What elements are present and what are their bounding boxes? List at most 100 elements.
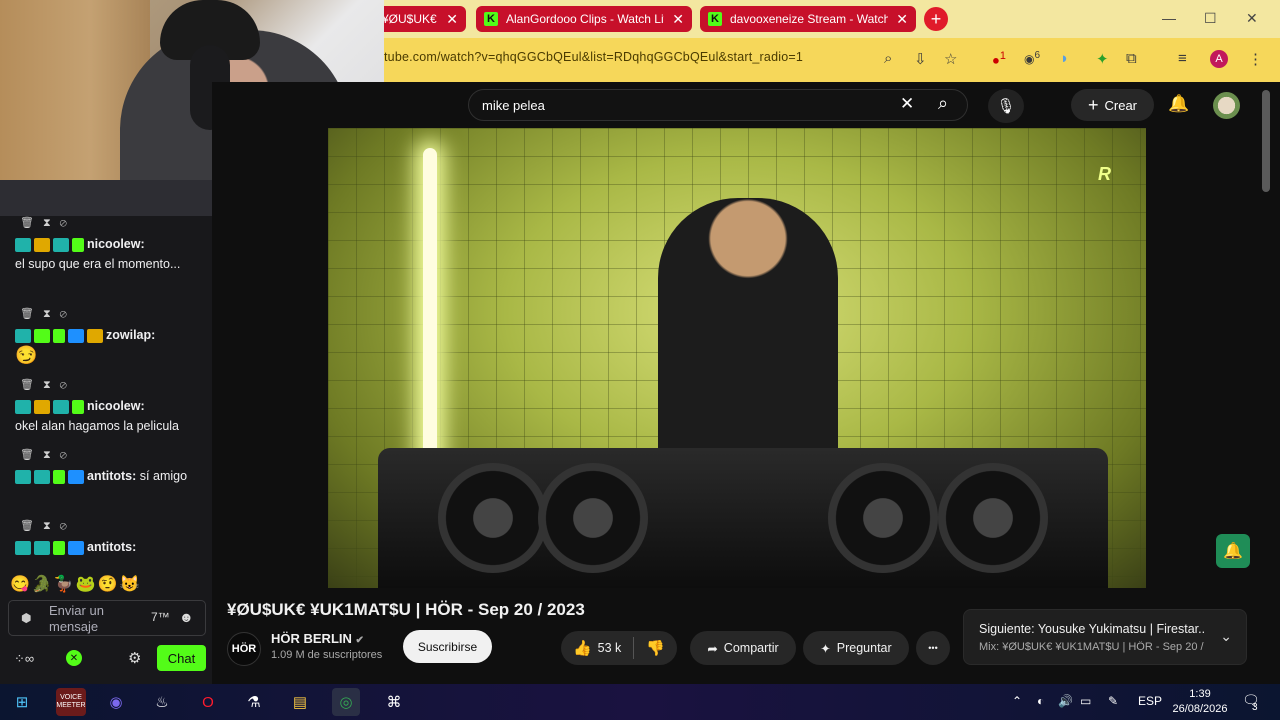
thumbs-down-icon[interactable]: 👎 (646, 639, 665, 657)
extension-badge: 1 (999, 50, 1006, 62)
close-icon[interactable]: ✕ (446, 11, 458, 28)
bookmark-star-icon[interactable]: ☆ (944, 50, 957, 68)
chat-username[interactable]: antitots: (87, 469, 136, 483)
search-icon[interactable]: ⌕ (938, 93, 948, 114)
minimize-icon[interactable]: — (1162, 10, 1176, 26)
kick-points-icon[interactable]: ✕ (66, 650, 82, 666)
windows-start-icon[interactable]: ⊞ (8, 688, 36, 716)
tray-overflow-chevron-icon[interactable]: ⌃ (1012, 694, 1022, 708)
more-actions-button[interactable]: ••• (916, 631, 950, 665)
mod-actions[interactable]: 🗑⧗⊘ (20, 216, 76, 230)
up-next-panel[interactable]: Siguiente: Yousuke Yukimatsu | Firestar.… (963, 609, 1247, 665)
chat-username[interactable]: nicoolew: (87, 237, 145, 251)
video-platter (828, 463, 938, 573)
app-icon[interactable]: ⚗ (240, 688, 268, 716)
emote-icon: 😏 (15, 345, 38, 365)
video-platter (938, 463, 1048, 573)
chat-message: antitots: (15, 537, 205, 557)
chat-username[interactable]: zowilap: (106, 328, 155, 342)
channel-avatar[interactable]: HÖR (227, 632, 261, 666)
user-badges (15, 469, 84, 484)
menu-kebab-icon[interactable]: ⋮ (1248, 50, 1263, 68)
like-button[interactable]: 👍 53 k (573, 639, 621, 657)
youtube-search-box[interactable]: mike pelea (468, 89, 968, 121)
network-icon[interactable]: ▭ (1080, 694, 1091, 708)
voicemeeter-icon[interactable]: VOICE MEETER (56, 688, 86, 716)
close-window-icon[interactable]: ✕ (1246, 10, 1258, 27)
chat-username[interactable]: nicoolew: (87, 399, 145, 413)
emote-bar[interactable]: 😋🐊🦆🐸🤨😺 (10, 574, 142, 594)
pen-icon[interactable]: ✎ (1108, 694, 1118, 708)
browser-tab-bar: ¥ØU$UK€ ¥UK1MAT$U | HÖR - S ✕ K AlanGord… (374, 0, 1280, 38)
share-icon: ➦ (707, 641, 718, 656)
zoom-icon[interactable]: ⌕ (884, 50, 892, 67)
like-count: 53 k (597, 641, 622, 655)
game-launcher-icon[interactable]: ⌘ (380, 688, 408, 716)
settings-gear-icon[interactable]: ⚙ (128, 649, 141, 667)
voice-search-icon[interactable]: 🎙 (988, 89, 1024, 123)
maximize-icon[interactable]: ☐ (1204, 10, 1217, 27)
obs-icon[interactable]: ◉ (102, 688, 130, 716)
create-button[interactable]: + Crear (1071, 89, 1154, 121)
tab-label: AlanGordooo Clips - Watch Live (506, 12, 665, 26)
chat-input[interactable]: ⬢ Enviar un mensaje 7™ ☻ (8, 600, 206, 636)
volume-icon[interactable]: 🔊 (1058, 694, 1073, 708)
search-query: mike pelea (482, 98, 545, 113)
stream-notify-bell-icon[interactable]: 🔔 (1216, 534, 1250, 568)
video-dj (658, 198, 838, 488)
clear-search-icon[interactable]: ✕ (900, 94, 914, 114)
steam-icon[interactable]: ♨ (148, 688, 176, 716)
new-tab-button[interactable]: + (924, 7, 948, 31)
extension-icon-2[interactable]: ◉6 (1024, 50, 1040, 66)
scrollbar[interactable] (1262, 90, 1270, 192)
chat-settings-icon[interactable]: ⬢ (21, 611, 31, 625)
discord-tray-icon[interactable]: ◐ (1037, 694, 1044, 708)
clock-date: 26/08/2026 (1172, 703, 1228, 715)
ask-button[interactable]: ✦ Preguntar (803, 631, 909, 665)
extension-icon-1[interactable]: ●1 (992, 50, 1006, 67)
close-icon[interactable]: ✕ (896, 11, 908, 28)
profile-avatar[interactable]: A (1210, 50, 1228, 68)
user-badges (15, 237, 84, 252)
url-field[interactable]: tube.com/watch?v=qhqGGCbQEul&list=RDqhqG… (384, 50, 803, 72)
emoji-icon[interactable]: ☻ (179, 609, 194, 625)
account-avatar[interactable] (1213, 92, 1240, 119)
channel-name[interactable]: HÖR BERLIN ✔ (271, 631, 364, 646)
chat-message: zowilap: 😏 (15, 325, 205, 367)
close-icon[interactable]: ✕ (672, 11, 684, 28)
share-button[interactable]: ➦ Compartir (690, 631, 796, 665)
file-explorer-icon[interactable]: ▤ (286, 688, 314, 716)
user-badges (15, 540, 84, 555)
community-icon[interactable]: ⁘∞ (14, 651, 34, 667)
tab-label: davooxeneize Stream - Watch (730, 12, 889, 26)
emote-picker-button[interactable]: 7™ (151, 610, 170, 624)
language-indicator[interactable]: ESP (1138, 694, 1162, 708)
mod-actions[interactable]: 🗑⧗⊘ (20, 519, 76, 533)
install-icon[interactable]: ⇩ (914, 50, 927, 68)
video-player[interactable]: R (328, 128, 1146, 588)
tab-youtube[interactable]: ¥ØU$UK€ ¥UK1MAT$U | HÖR - S ✕ (374, 6, 466, 32)
video-title: ¥ØU$UK€ ¥UK1MAT$U | HÖR - Sep 20 / 2023 (227, 600, 585, 619)
subscriber-count: 1.09 M de suscriptores (271, 649, 383, 661)
chat-send-button[interactable]: Chat (157, 645, 206, 671)
media-control-icon[interactable]: ≡ (1178, 50, 1187, 67)
notifications-bell-icon[interactable]: 🔔 (1168, 94, 1189, 114)
chrome-icon[interactable]: ◎ (332, 688, 360, 716)
extension-icon-3[interactable]: ✦ (1096, 50, 1109, 68)
extensions-puzzle-icon[interactable]: ⧉ (1126, 50, 1137, 67)
tab-davooxeneize[interactable]: K davooxeneize Stream - Watch ✕ (700, 6, 916, 32)
audio-extension-icon[interactable]: ◗ (1060, 50, 1069, 67)
chat-username[interactable]: antitots: (87, 540, 136, 554)
subscribe-button[interactable]: Suscribirse (403, 630, 492, 663)
chevron-down-icon[interactable]: ⌄ (1220, 628, 1232, 645)
up-next-title: Siguiente: Yousuke Yukimatsu | Firestar.… (979, 622, 1204, 636)
chat-message: nicoolew: el supo que era el momento... (15, 234, 205, 274)
mod-actions[interactable]: 🗑⧗⊘ (20, 448, 76, 462)
chat-input-placeholder: Enviar un mensaje (49, 603, 104, 634)
mod-actions[interactable]: 🗑⧗⊘ (20, 307, 76, 321)
opera-gx-icon[interactable]: O (194, 688, 222, 716)
kick-icon: K (708, 12, 722, 26)
mod-actions[interactable]: 🗑⧗⊘ (20, 378, 76, 392)
tab-alangordooo[interactable]: K AlanGordooo Clips - Watch Live ✕ (476, 6, 692, 32)
system-clock[interactable]: 1:39 26/08/2026 (1170, 687, 1230, 717)
